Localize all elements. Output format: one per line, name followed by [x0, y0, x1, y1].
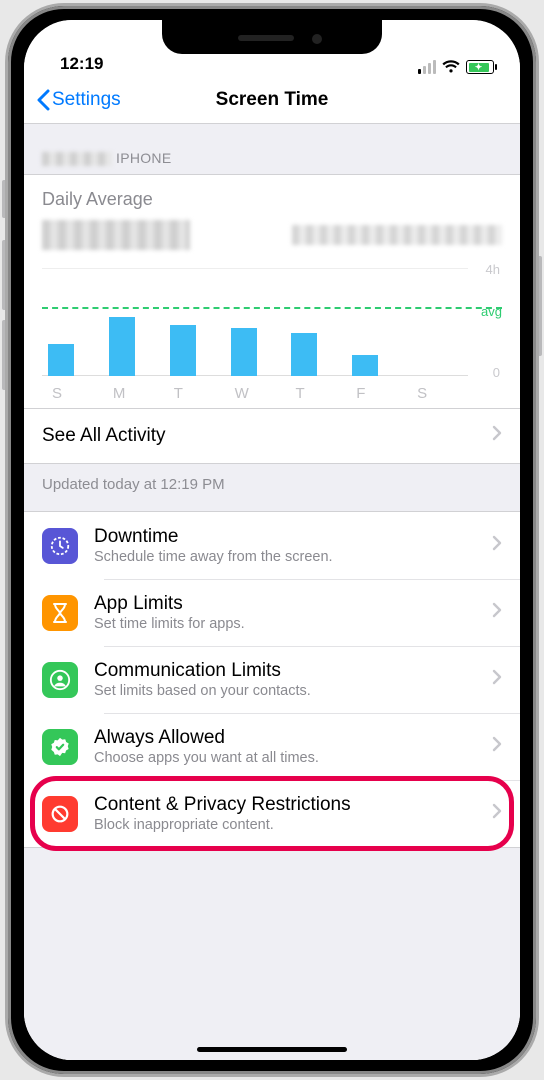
nosign-icon	[42, 796, 78, 832]
y-axis-top-label: 4h	[486, 262, 500, 277]
chevron-right-icon	[492, 602, 502, 623]
see-all-activity-label: See All Activity	[42, 425, 166, 447]
chart-bar	[170, 325, 196, 376]
mute-switch	[2, 180, 7, 218]
phone-frame: 12:19 ✦ Settings	[8, 6, 536, 1074]
option-subtitle: Set time limits for apps.	[94, 616, 245, 632]
hourglass-icon	[42, 595, 78, 631]
navigation-bar: Settings Screen Time	[24, 76, 520, 124]
x-axis-label: T	[285, 385, 346, 402]
option-subtitle: Choose apps you want at all times.	[94, 750, 319, 766]
x-axis-label: F	[346, 385, 407, 402]
option-subtitle: Set limits based on your contacts.	[94, 683, 311, 699]
device-header-suffix: IPHONE	[116, 150, 171, 166]
cellular-signal-icon	[418, 60, 436, 74]
y-axis-avg-label: avg	[481, 304, 502, 319]
x-axis-label: M	[103, 385, 164, 402]
option-row-person[interactable]: Communication LimitsSet limits based on …	[24, 646, 520, 713]
option-title: Content & Privacy Restrictions	[94, 794, 351, 816]
x-axis-label: T	[164, 385, 225, 402]
volume-down-button	[2, 320, 7, 390]
chart-bar	[231, 328, 257, 377]
option-row-check[interactable]: Always AllowedChoose apps you want at al…	[24, 713, 520, 780]
option-subtitle: Block inappropriate content.	[94, 817, 351, 833]
option-row-hourglass[interactable]: App LimitsSet time limits for apps.	[24, 579, 520, 646]
wifi-icon	[442, 60, 460, 74]
power-button	[537, 256, 542, 356]
status-time: 12:19	[60, 54, 103, 74]
updated-label: Updated today at 12:19 PM	[24, 464, 520, 511]
x-axis-label: W	[225, 385, 286, 402]
redacted-text	[292, 225, 502, 245]
option-title: Downtime	[94, 526, 333, 548]
option-row-nosign[interactable]: Content & Privacy RestrictionsBlock inap…	[24, 780, 520, 847]
volume-up-button	[2, 240, 7, 310]
battery-icon: ✦	[466, 60, 494, 74]
option-subtitle: Schedule time away from the screen.	[94, 549, 333, 565]
option-title: Communication Limits	[94, 660, 311, 682]
page-title: Screen Time	[24, 76, 520, 123]
check-icon	[42, 729, 78, 765]
device-section-header: IPHONE	[24, 124, 520, 174]
chart-bar	[48, 344, 74, 376]
see-all-activity-row[interactable]: See All Activity	[24, 409, 520, 463]
person-icon	[42, 662, 78, 698]
chevron-right-icon	[492, 535, 502, 556]
usage-summary-card[interactable]: Daily Average 4h avg	[24, 174, 520, 409]
option-row-downtime[interactable]: DowntimeSchedule time away from the scre…	[24, 512, 520, 579]
redacted-text	[42, 220, 190, 250]
usage-chart: 4h avg 0 SMTWTFS	[42, 262, 502, 402]
redacted-text	[42, 152, 112, 166]
x-axis-label: S	[42, 385, 103, 402]
chart-bar	[109, 317, 135, 376]
downtime-icon	[42, 528, 78, 564]
chart-bar	[352, 355, 378, 377]
options-group: DowntimeSchedule time away from the scre…	[24, 511, 520, 848]
chevron-right-icon	[492, 669, 502, 690]
home-indicator[interactable]	[197, 1047, 347, 1052]
chevron-right-icon	[492, 425, 502, 447]
chevron-right-icon	[492, 803, 502, 824]
chart-bar	[291, 333, 317, 376]
x-axis-label: S	[407, 385, 468, 402]
chevron-right-icon	[492, 736, 502, 757]
y-axis-bottom-label: 0	[493, 365, 500, 380]
notch	[162, 20, 382, 54]
option-title: Always Allowed	[94, 727, 319, 749]
option-title: App Limits	[94, 593, 245, 615]
daily-average-label: Daily Average	[42, 189, 502, 210]
